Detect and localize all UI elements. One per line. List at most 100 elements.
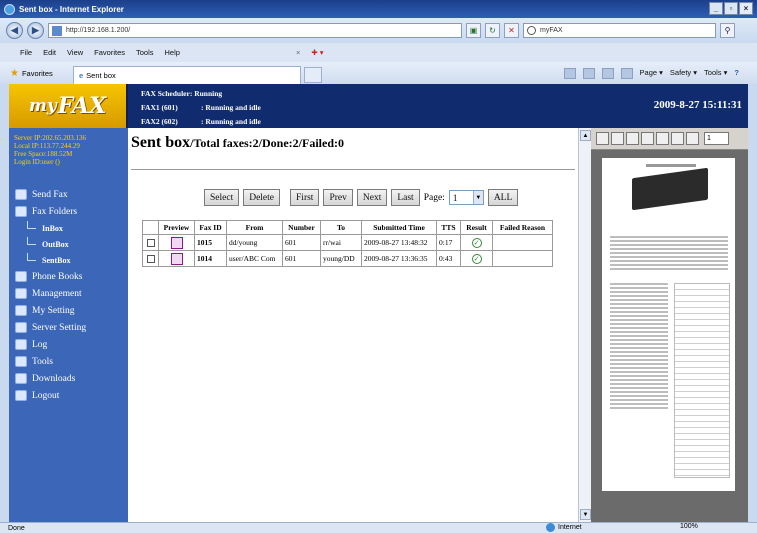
- col-tts: TTS: [436, 220, 461, 235]
- refresh-icon[interactable]: ↻: [485, 23, 500, 38]
- sidebar-item-phone-books[interactable]: Phone Books: [15, 268, 125, 285]
- help-icon[interactable]: ?: [734, 68, 739, 79]
- sidebar-item-management[interactable]: Management: [15, 285, 125, 302]
- all-button[interactable]: ALL: [487, 189, 519, 206]
- log-icon: [15, 339, 27, 350]
- prev-page-button[interactable]: Prev: [323, 189, 353, 206]
- fax-preview-icon[interactable]: [170, 252, 183, 265]
- page-menu[interactable]: Page ▾: [640, 68, 663, 79]
- back-button[interactable]: ◀: [6, 22, 23, 39]
- sidebar-item-server-setting[interactable]: Server Setting: [15, 319, 125, 336]
- fax-submitted-time: 2009-08-27 13:48:32: [361, 234, 437, 251]
- first-page-button[interactable]: First: [290, 189, 320, 206]
- print-icon[interactable]: [620, 67, 633, 79]
- success-check-icon: ✓: [471, 237, 482, 248]
- feeds-icon[interactable]: [582, 67, 595, 79]
- preview-cell[interactable]: [158, 234, 195, 251]
- address-text: http://192.168.1.200/: [66, 27, 131, 34]
- sidebar-item-inbox[interactable]: InBox: [15, 220, 125, 236]
- sidebar-item-tools[interactable]: Tools: [15, 353, 125, 370]
- chevron-down-icon: ▼: [472, 191, 483, 204]
- menu-view[interactable]: View: [67, 48, 83, 57]
- fax-failed-reason: [492, 250, 553, 267]
- server-icon: [15, 322, 27, 333]
- page-icon: [52, 25, 62, 36]
- login-id: Login ID:user (): [14, 158, 60, 166]
- status-bar: Done Internet 100%: [0, 522, 757, 533]
- stop-icon[interactable]: ✕: [504, 23, 519, 38]
- sidebar-item-send-fax[interactable]: Send Fax: [15, 186, 125, 203]
- forward-button[interactable]: ▶: [27, 22, 44, 39]
- new-tab-button[interactable]: [304, 66, 322, 83]
- row-checkbox-cell[interactable]: [142, 250, 159, 267]
- minimize-button[interactable]: _: [709, 2, 723, 15]
- delete-button[interactable]: Delete: [243, 189, 281, 206]
- tab-label: Sent box: [86, 70, 116, 80]
- compat-view-icon[interactable]: ▣: [466, 23, 481, 38]
- sidebar: Server IP:202.65.203.136 Local IP:113.77…: [9, 128, 128, 522]
- row-checkbox[interactable]: [146, 254, 155, 263]
- safety-menu[interactable]: Safety ▾: [670, 68, 697, 79]
- address-row: ◀ ▶ http://192.168.1.200/ ▣ ↻ ✕ myFAX ⚲: [0, 18, 757, 43]
- row-checkbox-cell[interactable]: [142, 234, 159, 251]
- hand-icon[interactable]: [671, 132, 684, 145]
- scroll-up-icon[interactable]: ▲: [580, 130, 591, 141]
- next-page-button[interactable]: Next: [356, 189, 388, 206]
- menu-tools[interactable]: Tools: [136, 48, 154, 57]
- sidebar-item-my-setting[interactable]: My Setting: [15, 302, 125, 319]
- fax-line-status: FAX1 (601) : Running and idle: [141, 101, 261, 115]
- zoom-level[interactable]: 100%: [680, 523, 698, 530]
- logo-my: my: [28, 96, 57, 116]
- fax-from: user/ABC Com: [226, 250, 283, 267]
- fax-line-status: FAX2 (602) : Running and idle: [141, 115, 261, 129]
- addon-icon[interactable]: ✚ ▾: [311, 48, 323, 57]
- globe-icon: [546, 523, 555, 532]
- zoom-icon[interactable]: [656, 132, 669, 145]
- preview-page-number[interactable]: 1: [704, 132, 729, 145]
- mail-icon[interactable]: [601, 67, 614, 79]
- page-view-icon[interactable]: [641, 132, 654, 145]
- select-button[interactable]: Select: [204, 189, 240, 206]
- print-icon[interactable]: [596, 132, 609, 145]
- content-scrollbar[interactable]: ▲ ▼: [578, 128, 591, 522]
- fax-id: 1014: [194, 250, 227, 267]
- sidebar-item-logout[interactable]: Logout: [15, 387, 125, 404]
- close-button[interactable]: ×: [739, 2, 753, 15]
- doc-text-block: [610, 236, 728, 272]
- menu-help[interactable]: Help: [165, 48, 180, 57]
- sidebar-item-downloads[interactable]: Downloads: [15, 370, 125, 387]
- search-icon[interactable]: ⚲: [720, 23, 735, 38]
- last-page-button[interactable]: Last: [391, 189, 420, 206]
- address-bar[interactable]: http://192.168.1.200/: [48, 23, 462, 38]
- home-icon[interactable]: [563, 67, 576, 79]
- copy-icon[interactable]: [626, 132, 639, 145]
- table-row[interactable]: 1014 user/ABC Com 601 young/DD 2009-08-2…: [142, 250, 553, 267]
- menu-file[interactable]: File: [20, 48, 32, 57]
- fax-line-state: : Running and idle: [201, 103, 261, 112]
- maximize-button[interactable]: ▫: [724, 2, 738, 15]
- menu-favorites[interactable]: Favorites: [94, 48, 125, 57]
- search-input[interactable]: myFAX: [523, 23, 716, 38]
- row-checkbox[interactable]: [146, 238, 155, 247]
- sidebar-item-label: Server Setting: [32, 322, 87, 333]
- favorites-button[interactable]: ★ Favorites: [0, 68, 73, 79]
- fax-preview-icon[interactable]: [170, 236, 183, 249]
- menu-edit[interactable]: Edit: [43, 48, 56, 57]
- save-icon[interactable]: [611, 132, 624, 145]
- tab-sent-box[interactable]: e Sent box: [73, 65, 301, 84]
- sidebar-item-outbox[interactable]: OutBox: [15, 236, 125, 252]
- fax-document-thumbnail: [602, 158, 735, 491]
- ie-tab-icon: e: [79, 70, 84, 80]
- toolbar-close-icon[interactable]: ×: [296, 48, 300, 57]
- sidebar-item-sentbox[interactable]: SentBox: [15, 252, 125, 268]
- table-row[interactable]: 1015 dd/young 601 rr/wai 2009-08-27 13:4…: [142, 234, 553, 251]
- sidebar-item-fax-folders[interactable]: Fax Folders: [15, 203, 125, 220]
- tools-menu[interactable]: Tools ▾: [704, 68, 727, 79]
- scroll-down-icon[interactable]: ▼: [580, 509, 591, 520]
- page-select[interactable]: 1 ▼: [448, 190, 484, 205]
- preview-cell[interactable]: [158, 250, 195, 267]
- sidebar-item-log[interactable]: Log: [15, 336, 125, 353]
- scheduler-status: FAX Scheduler: Running FAX1 (601) : Runn…: [141, 87, 261, 129]
- rotate-icon[interactable]: [686, 132, 699, 145]
- sidebar-item-label: Downloads: [32, 373, 76, 384]
